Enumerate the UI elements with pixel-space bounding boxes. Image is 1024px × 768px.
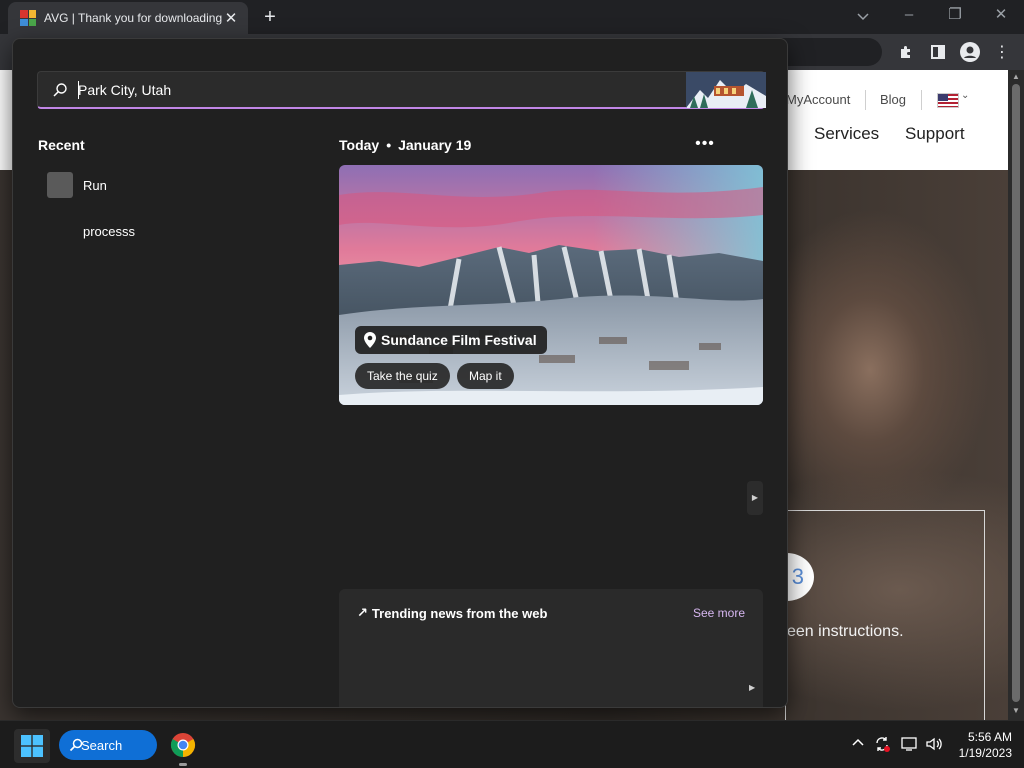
date-separator: • bbox=[386, 137, 392, 153]
trending-up-icon: ↗ bbox=[357, 605, 368, 620]
profile-icon[interactable] bbox=[958, 40, 982, 64]
avg-favicon-icon bbox=[20, 10, 36, 26]
recent-item-processs[interactable]: processs bbox=[39, 213, 299, 249]
text-cursor bbox=[78, 81, 79, 99]
chrome-menu-icon[interactable]: ⋮ bbox=[990, 40, 1014, 64]
close-window-button[interactable]: ✕ bbox=[978, 0, 1024, 30]
system-clock[interactable]: 5:56 AM 1/19/2023 bbox=[950, 729, 1012, 761]
location-pin-icon bbox=[364, 332, 376, 348]
recent-heading: Recent bbox=[38, 137, 85, 153]
tab-search-icon[interactable] bbox=[851, 4, 875, 28]
blog-link[interactable]: Blog bbox=[880, 92, 906, 107]
see-more-link[interactable]: See more bbox=[693, 606, 745, 620]
taskbar-search-button[interactable]: Search bbox=[59, 730, 157, 760]
next-arrow-icon[interactable]: ▶ bbox=[749, 683, 755, 692]
minimize-button[interactable]: – bbox=[886, 0, 932, 30]
running-indicator bbox=[179, 763, 187, 766]
browser-titlebar: AVG | Thank you for downloading ✕ + – ❐ … bbox=[0, 0, 1024, 34]
myaccount-link[interactable]: MyAccount bbox=[786, 92, 850, 107]
take-quiz-button[interactable]: Take the quiz bbox=[355, 363, 450, 389]
start-button[interactable] bbox=[14, 729, 50, 763]
highlight-title-pill[interactable]: Sundance Film Festival bbox=[355, 326, 547, 354]
search-box[interactable] bbox=[37, 71, 766, 109]
highlight-title: Sundance Film Festival bbox=[381, 332, 537, 348]
volume-icon[interactable] bbox=[924, 735, 944, 755]
more-horizontal-icon[interactable]: ••• bbox=[695, 135, 715, 153]
network-icon[interactable] bbox=[899, 735, 919, 755]
taskbar-search-label: Search bbox=[81, 737, 123, 753]
recent-item-run[interactable]: Run bbox=[39, 167, 299, 203]
trending-news-card: ↗ Trending news from the web See more ▶ bbox=[339, 589, 763, 707]
clock-date: 1/19/2023 bbox=[958, 746, 1012, 760]
map-it-button[interactable]: Map it bbox=[457, 363, 514, 389]
today-date: January 19 bbox=[398, 137, 472, 153]
nav-services[interactable]: Services bbox=[814, 124, 879, 144]
windows-taskbar: Search 5:56 AM 1/19/2023 bbox=[0, 720, 1024, 768]
sync-icon[interactable] bbox=[872, 735, 892, 755]
today-heading: Today • January 19 bbox=[339, 137, 471, 153]
scrollbar-thumb[interactable] bbox=[1012, 84, 1020, 702]
instruction-card bbox=[785, 510, 985, 720]
scroll-up-icon[interactable]: ▲ bbox=[1012, 72, 1020, 81]
windows-logo-icon bbox=[21, 735, 43, 757]
recent-item-label: processs bbox=[83, 223, 136, 239]
search-icon bbox=[53, 83, 67, 97]
nav-support[interactable]: Support bbox=[905, 124, 965, 144]
side-panel-icon[interactable] bbox=[926, 40, 950, 64]
chrome-taskbar-icon[interactable] bbox=[170, 732, 196, 758]
header-divider bbox=[921, 90, 922, 110]
extensions-icon[interactable] bbox=[894, 40, 918, 64]
run-app-icon bbox=[47, 172, 73, 198]
new-tab-button[interactable]: + bbox=[258, 4, 282, 30]
restore-button[interactable]: ❐ bbox=[932, 0, 978, 30]
recent-item-label: Run bbox=[83, 177, 107, 193]
chevron-up-icon[interactable] bbox=[848, 735, 868, 755]
today-label: Today bbox=[339, 137, 380, 153]
scroll-right-arrow-icon[interactable]: ▶ bbox=[747, 481, 763, 515]
highlight-hero-card[interactable]: Sundance Film Festival Take the quiz Map… bbox=[339, 165, 763, 405]
page-scrollbar[interactable]: ▲ ▼ bbox=[1008, 70, 1024, 720]
search-input[interactable] bbox=[78, 78, 638, 102]
close-tab-icon[interactable]: ✕ bbox=[222, 9, 240, 27]
us-flag-icon[interactable] bbox=[937, 93, 959, 108]
search-highlight-illustration bbox=[686, 72, 766, 108]
chevron-down-icon[interactable]: ⌄ bbox=[961, 90, 969, 101]
instruction-text: een instructions. bbox=[787, 623, 904, 640]
scroll-down-icon[interactable]: ▼ bbox=[1012, 706, 1020, 715]
browser-tab[interactable]: AVG | Thank you for downloading ✕ bbox=[8, 2, 248, 34]
header-divider bbox=[865, 90, 866, 110]
clock-time: 5:56 AM bbox=[967, 730, 1012, 744]
trending-heading: ↗ Trending news from the web bbox=[357, 605, 547, 621]
search-icon bbox=[69, 738, 83, 752]
windows-search-panel: Recent Run processs Today • January 19 •… bbox=[12, 38, 788, 708]
tab-title: AVG | Thank you for downloading bbox=[44, 11, 222, 25]
trending-title: Trending news from the web bbox=[371, 605, 548, 621]
